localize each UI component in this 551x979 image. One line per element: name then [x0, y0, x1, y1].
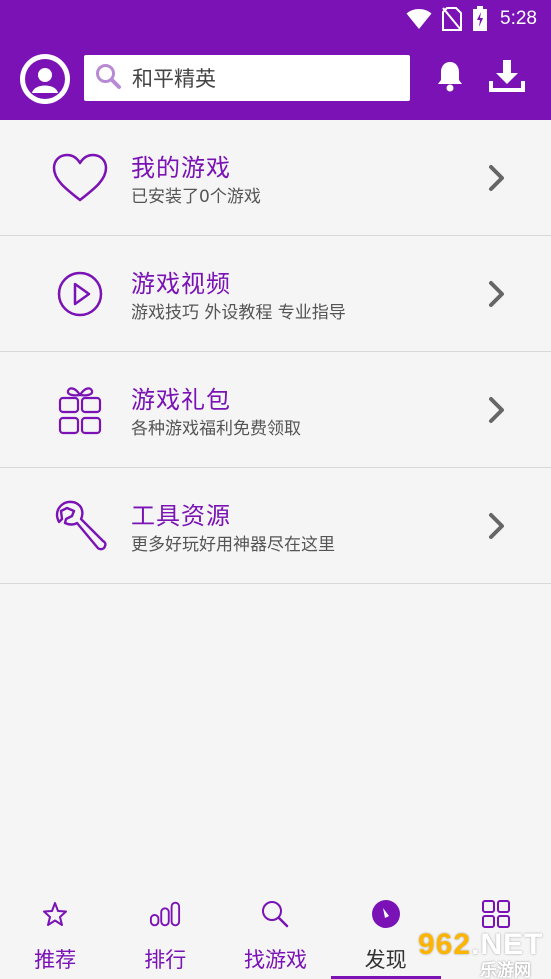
- chevron-right-icon: [489, 281, 504, 307]
- menu-subtitle: 各种游戏福利免费领取: [131, 419, 301, 439]
- avatar[interactable]: [20, 54, 70, 104]
- status-bar: 5:28: [0, 0, 551, 38]
- menu-title: 游戏视频: [131, 270, 231, 298]
- wifi-icon: [406, 8, 432, 30]
- download-icon: [489, 59, 525, 97]
- menu-title: 我的游戏: [131, 154, 231, 182]
- app-root: 5:28 和平精英 我的游戏 已安装了0个游戏 游戏视频 游戏技巧 外设教程 专…: [0, 0, 551, 979]
- menu-title: 游戏礼包: [131, 386, 231, 414]
- battery-charging-icon: [472, 6, 488, 32]
- chevron-right-icon: [489, 513, 504, 539]
- watermark-subtitle: 乐游网: [480, 961, 531, 979]
- download-button[interactable]: [487, 58, 527, 98]
- discover-menu-list: 我的游戏 已安装了0个游戏 游戏视频 游戏技巧 外设教程 专业指导 游戏礼包 各…: [0, 120, 551, 584]
- site-watermark: 962.NET 乐游网: [416, 926, 551, 979]
- nav-label: 找游戏: [243, 948, 307, 972]
- star-icon: [39, 898, 71, 930]
- compass-icon: [370, 898, 402, 930]
- app-header: [0, 38, 551, 120]
- menu-item-game-gifts[interactable]: 游戏礼包 各种游戏福利免费领取: [0, 352, 551, 468]
- menu-subtitle: 已安装了0个游戏: [131, 187, 261, 207]
- menu-title: 工具资源: [131, 502, 231, 530]
- menu-item-my-games[interactable]: 我的游戏 已安装了0个游戏: [0, 120, 551, 236]
- search-input[interactable]: [132, 66, 392, 90]
- menu-item-game-videos[interactable]: 游戏视频 游戏技巧 外设教程 专业指导: [0, 236, 551, 352]
- search-icon: [259, 898, 291, 930]
- status-icons: 5:28: [406, 5, 537, 33]
- heart-icon: [52, 151, 108, 205]
- search-icon: [94, 62, 122, 94]
- search-box[interactable]: [84, 55, 410, 101]
- nav-label: 排行: [144, 948, 187, 972]
- watermark-number: 962: [418, 928, 472, 961]
- nav-label: 推荐: [34, 948, 77, 972]
- nav-tab-find-games[interactable]: 找游戏: [220, 886, 330, 979]
- play-circle-icon: [52, 267, 108, 321]
- chevron-right-icon: [489, 165, 504, 191]
- nav-tab-ranking[interactable]: 排行: [110, 886, 220, 979]
- menu-item-tool-resources[interactable]: 工具资源 更多好玩好用神器尽在这里: [0, 468, 551, 584]
- no-sim-icon: [442, 7, 463, 31]
- gift-icon: [52, 383, 108, 437]
- menu-subtitle: 游戏技巧 外设教程 专业指导: [131, 303, 346, 323]
- bell-icon: [436, 60, 464, 96]
- nav-tab-recommend[interactable]: 推荐: [0, 886, 110, 979]
- ranking-icon: [149, 898, 181, 930]
- wrench-icon: [52, 499, 108, 553]
- user-avatar-icon: [25, 59, 65, 99]
- chevron-right-icon: [489, 397, 504, 423]
- menu-subtitle: 更多好玩好用神器尽在这里: [131, 535, 335, 555]
- notification-button[interactable]: [430, 58, 470, 98]
- status-time: 5:28: [500, 8, 537, 29]
